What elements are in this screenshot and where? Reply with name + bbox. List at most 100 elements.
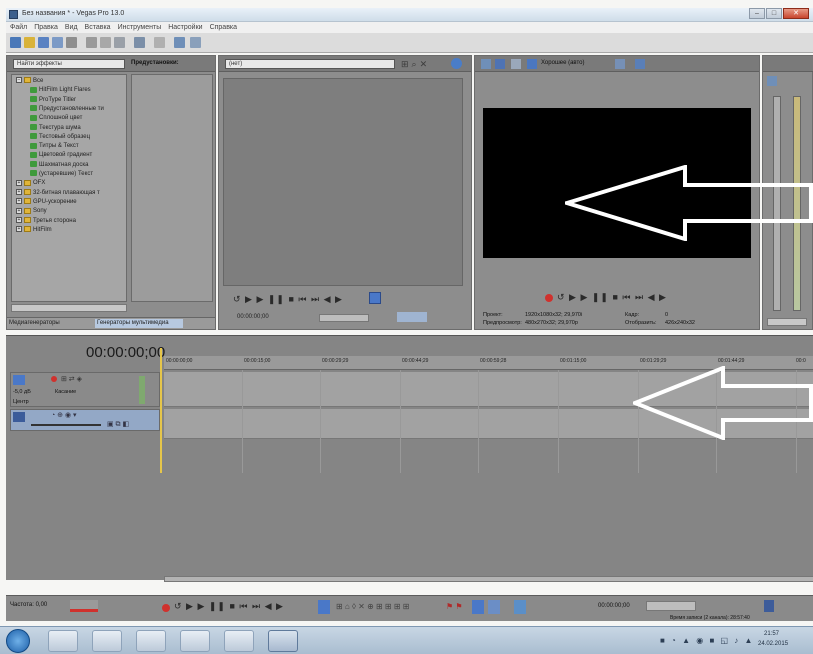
preview-settings-icon[interactable] xyxy=(481,59,491,69)
trimmer-panel: (нет) ⊞⌕✕ ↺ ▶ ▶ ❚❚ ■ ⏮ ⏭ ◀ ▶ 00:00:00;00 xyxy=(218,55,472,330)
transport-buttons[interactable]: ↺ ▶ ▶ ❚❚ ■ ⏮ ⏭ ◀ ▶ xyxy=(174,601,284,612)
arm-record-icon[interactable] xyxy=(51,376,57,382)
expand-icon[interactable]: − xyxy=(16,77,22,84)
expand-icon[interactable]: + xyxy=(16,207,22,214)
master-icon[interactable] xyxy=(767,76,777,86)
undo-icon[interactable] xyxy=(134,37,145,48)
tray-icons[interactable]: ■ ◔ ▲ ◉ ■ ◱ ♪ ▲ xyxy=(660,636,754,645)
expand-icon[interactable]: + xyxy=(16,189,22,196)
track-mode[interactable]: Касание xyxy=(55,389,76,395)
expand-icon[interactable]: + xyxy=(16,179,22,186)
zoom-icon[interactable] xyxy=(764,600,774,612)
explorer-icon[interactable] xyxy=(92,630,122,652)
audio-track-header[interactable]: ⊞ ⇄ ◈ -5,0 дБ Касание Центр xyxy=(10,372,160,407)
track-fx-icon[interactable]: ⊞ ⇄ ◈ xyxy=(61,375,82,383)
lock-envelopes-icon[interactable] xyxy=(514,600,526,614)
save-snapshot-icon[interactable] xyxy=(635,59,645,69)
render-icon[interactable] xyxy=(174,37,185,48)
tree-item[interactable]: + Sony xyxy=(16,207,47,215)
video-track-controls-icon[interactable]: ◔ ⊕ ◉ ▾ xyxy=(51,411,77,419)
bottom-slider[interactable] xyxy=(646,601,696,611)
tree-item[interactable]: + HitFilm xyxy=(16,226,52,234)
tree-scrollbar[interactable] xyxy=(11,304,127,312)
open-icon[interactable] xyxy=(24,37,35,48)
trimmer-transport-icons[interactable]: ↺ ▶ ▶ ❚❚ ■ ⏮ ⏭ ◀ ▶ xyxy=(233,294,343,305)
expand-icon[interactable]: + xyxy=(16,226,22,233)
opacity-slider[interactable] xyxy=(31,424,101,426)
help-icon[interactable] xyxy=(190,37,201,48)
edit-tools-icon[interactable]: ⊞ ⌂ ◊ ✕ ⊕ ⊞ ⊞ ⊞ ⊞ xyxy=(336,602,410,611)
tree-item-label: Тестовый образец xyxy=(39,133,91,140)
tree-item[interactable]: Титры & Текст xyxy=(30,142,79,150)
normal-edit-tool-icon[interactable] xyxy=(318,600,330,614)
preview-quality[interactable]: Хорошее (авто) xyxy=(541,60,585,66)
chrome-icon[interactable] xyxy=(136,630,166,652)
menu-insert[interactable]: Вставка xyxy=(85,24,111,31)
menu-file[interactable]: Файл xyxy=(10,24,27,31)
save-icon[interactable] xyxy=(38,37,49,48)
vegas-icon[interactable] xyxy=(268,630,298,652)
cut-icon[interactable] xyxy=(86,37,97,48)
trimmer-slider[interactable] xyxy=(319,314,369,322)
tree-item[interactable]: + OFX xyxy=(16,179,45,187)
paste-icon[interactable] xyxy=(114,37,125,48)
new-project-icon[interactable] xyxy=(10,37,21,48)
save-as-icon[interactable] xyxy=(52,37,63,48)
close-button[interactable]: ✕ xyxy=(783,8,809,19)
overlay-icon[interactable] xyxy=(527,59,537,69)
redo-icon[interactable] xyxy=(154,37,165,48)
trimmer-dropdown[interactable]: (нет) xyxy=(225,59,395,69)
start-button[interactable] xyxy=(6,629,30,653)
trimmer-tools-icon[interactable]: ⊞⌕✕ xyxy=(401,59,430,70)
tree-item[interactable]: + GPU-ускорение xyxy=(16,198,77,206)
tree-item[interactable]: + Третья сторона xyxy=(16,216,76,225)
split-screen-icon[interactable] xyxy=(511,59,521,69)
track-motion-icon[interactable]: ▣ ⧉ ◧ xyxy=(107,420,129,429)
record-button[interactable] xyxy=(162,604,170,612)
playhead-cursor[interactable] xyxy=(160,348,162,473)
menu-help[interactable]: Справка xyxy=(210,24,237,31)
tree-item[interactable]: +32-битная плавающая т xyxy=(16,189,100,197)
menu-options[interactable]: Настройки xyxy=(168,24,202,31)
master-scrollbar[interactable] xyxy=(767,318,807,326)
tree-item[interactable]: Сплошной цвет xyxy=(30,114,82,122)
effects-search-input[interactable]: Найти эффекты xyxy=(13,59,125,69)
globe-icon[interactable] xyxy=(451,58,462,69)
preview-transport-icons[interactable]: ↺ ▶ ▶ ❚❚ ■ ⏮ ⏭ ◀ ▶ xyxy=(557,292,667,303)
tree-item[interactable]: HitFilm Light Flares xyxy=(30,86,91,94)
menu-edit[interactable]: Правка xyxy=(34,24,58,31)
preview-device-icon[interactable] xyxy=(495,59,505,69)
rate-slider[interactable] xyxy=(70,600,98,612)
expand-icon[interactable]: + xyxy=(16,198,22,205)
tree-item[interactable]: ProType Titler xyxy=(30,96,76,104)
auto-ripple-icon[interactable] xyxy=(488,600,500,614)
tab-generators[interactable]: Генераторы мультимедиа xyxy=(95,319,183,328)
minimize-button[interactable]: – xyxy=(749,8,765,19)
tree-item[interactable]: Цветовой градиент xyxy=(30,151,92,159)
tree-item[interactable]: Текстура шума xyxy=(30,123,81,132)
maximize-button[interactable]: □ xyxy=(766,8,782,19)
menu-view[interactable]: Вид xyxy=(65,24,78,31)
tree-item[interactable]: Тестовый образец xyxy=(30,133,90,141)
video-track-header[interactable]: ◔ ⊕ ◉ ▾ ▣ ⧉ ◧ xyxy=(10,409,160,431)
record-icon[interactable] xyxy=(545,294,553,302)
properties-icon[interactable] xyxy=(66,37,77,48)
marker-icon[interactable]: ⚑ ⚑ xyxy=(446,602,463,611)
trimmer-mark-icon[interactable] xyxy=(369,292,381,304)
expand-icon[interactable]: + xyxy=(16,216,22,223)
menu-tools[interactable]: Инструменты xyxy=(118,24,162,31)
tree-item[interactable]: Предустановленные ти xyxy=(30,105,104,113)
trimmer-zoom-icon[interactable] xyxy=(397,312,427,322)
tree-item[interactable]: (устаревшие) Текст xyxy=(30,170,93,178)
paint-icon[interactable] xyxy=(224,630,254,652)
tab-media-generators[interactable]: Медиагенераторы xyxy=(9,320,60,326)
word-icon[interactable] xyxy=(180,630,210,652)
snap-icon[interactable] xyxy=(472,600,484,614)
copy-frame-icon[interactable] xyxy=(615,59,625,69)
tree-item[interactable]: − Все xyxy=(16,77,43,85)
trimmer-timecode: 00:00:00;00 xyxy=(237,314,269,320)
tree-item[interactable]: Шахматная доска xyxy=(30,161,88,169)
ie-icon[interactable] xyxy=(48,630,78,652)
copy-icon[interactable] xyxy=(100,37,111,48)
timeline-scrollbar[interactable] xyxy=(164,576,813,582)
